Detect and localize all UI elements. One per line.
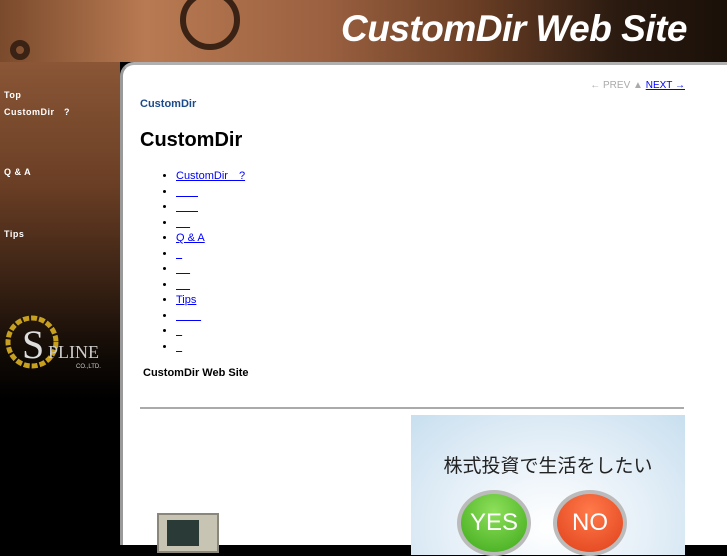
no-button[interactable]: NO — [553, 490, 627, 556]
toc-link[interactable] — [176, 217, 190, 229]
list-item — [176, 216, 245, 232]
list-item — [176, 247, 245, 263]
breadcrumb: CustomDir — [140, 98, 197, 110]
pager: ← PREV ▲ NEXT → — [590, 80, 685, 91]
sidebar-item-qa[interactable]: Q & A — [4, 167, 31, 177]
toc-link[interactable] — [176, 248, 182, 260]
list-item: Tips — [176, 293, 245, 309]
table-of-contents: CustomDir ? Q & A Tips — [176, 169, 245, 355]
list-item — [176, 185, 245, 201]
toc-link[interactable] — [176, 325, 182, 337]
list-item: CustomDir ? — [176, 169, 245, 185]
page-title: CustomDir — [140, 129, 243, 151]
prev-link: ← PREV — [590, 80, 631, 91]
ad-banner[interactable]: 株式投資で生活をしたい YES NO — [411, 415, 685, 556]
spline-logo: S PLINE CO.,LTD. — [5, 315, 101, 370]
next-link[interactable]: NEXT → — [646, 80, 685, 91]
toc-link[interactable] — [176, 341, 182, 353]
toc-link[interactable]: Q & A — [176, 232, 205, 244]
list-item — [176, 262, 245, 278]
list-item: Q & A — [176, 231, 245, 247]
header-decoration — [10, 40, 30, 60]
header-decoration — [180, 0, 240, 50]
list-item — [176, 278, 245, 294]
toc-link[interactable] — [176, 186, 198, 198]
toc-link[interactable] — [176, 310, 201, 322]
list-item — [176, 324, 245, 340]
divider — [140, 407, 684, 409]
svg-text:PLINE: PLINE — [48, 342, 99, 362]
yes-button[interactable]: YES — [457, 490, 531, 556]
toc-link[interactable] — [176, 263, 190, 275]
toc-link[interactable] — [176, 201, 198, 213]
toc-link[interactable]: Tips — [176, 294, 196, 306]
sidebar-item-top[interactable]: Top — [4, 90, 21, 100]
sidebar-item-tips[interactable]: Tips — [4, 229, 24, 239]
list-item — [176, 200, 245, 216]
sidebar-item-customdir[interactable]: CustomDir ? — [4, 105, 70, 118]
site-header: CustomDir Web Site — [0, 0, 727, 62]
toc-link[interactable]: CustomDir ? — [176, 170, 245, 182]
computer-image — [157, 513, 219, 553]
list-item — [176, 309, 245, 325]
toc-link[interactable] — [176, 279, 190, 291]
sidebar: Top CustomDir ? Q & A Tips S PLINE CO.,L… — [0, 62, 120, 545]
svg-text:CO.,LTD.: CO.,LTD. — [76, 364, 101, 370]
ad-text: 株式投資で生活をしたい — [443, 456, 653, 477]
site-title: CustomDir Web Site — [341, 8, 687, 49]
footer-title: CustomDir Web Site — [143, 367, 249, 379]
list-item — [176, 340, 245, 356]
svg-text:S: S — [22, 322, 44, 367]
content-panel: ← PREV ▲ NEXT → CustomDir CustomDir Cust… — [120, 62, 727, 556]
up-arrow-icon[interactable]: ▲ — [633, 80, 643, 91]
